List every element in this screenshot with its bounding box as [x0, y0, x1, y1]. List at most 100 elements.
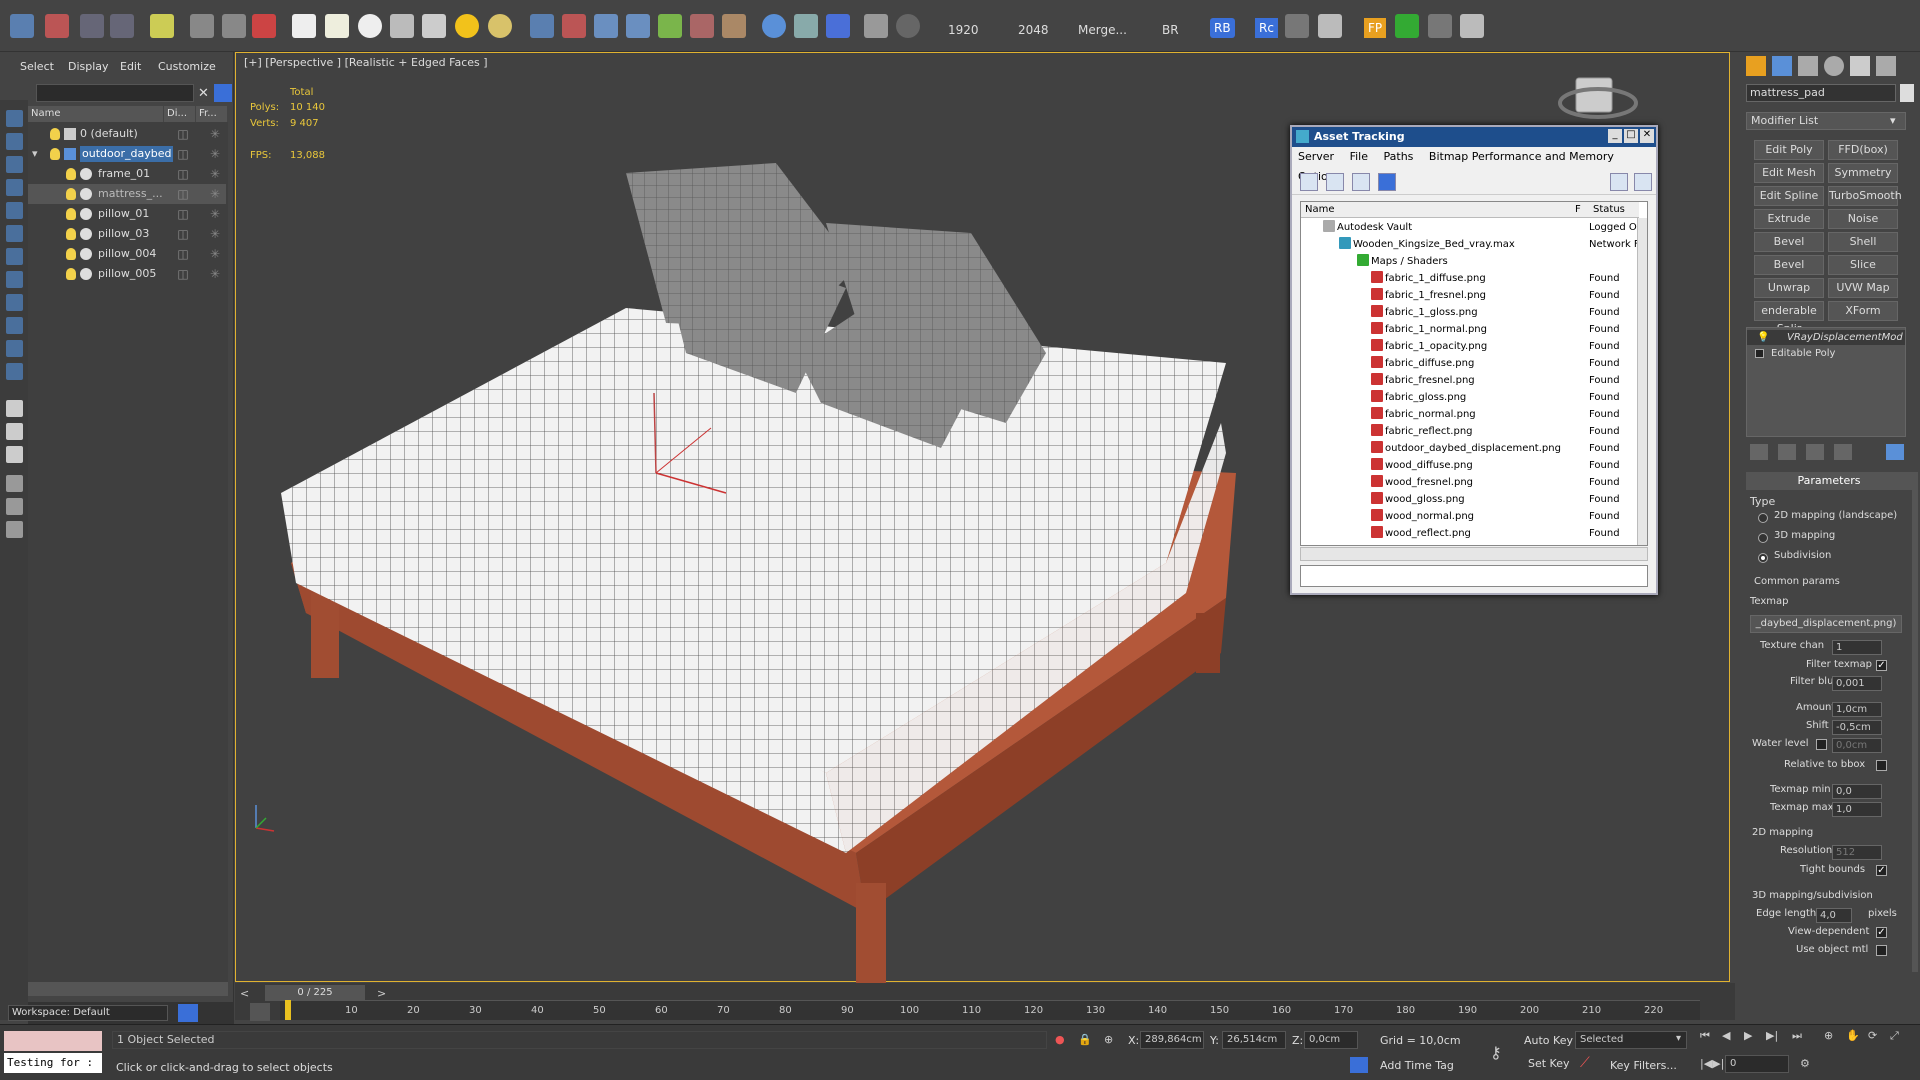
chevron-down-icon[interactable]: ▾ — [1890, 114, 1896, 127]
shift-spinner[interactable]: -0,5cm — [1832, 720, 1882, 735]
br-button[interactable]: BR — [1162, 23, 1179, 37]
chevron-down-icon[interactable]: ▾ — [1676, 1033, 1681, 1044]
previous-frame-icon[interactable]: ◀ — [1722, 1029, 1730, 1042]
resolution-spinner[interactable]: 512 — [1832, 845, 1882, 860]
table-icon[interactable] — [1318, 14, 1342, 38]
options-icon[interactable] — [6, 521, 23, 538]
time-slider-prev-icon[interactable]: < — [240, 987, 249, 1000]
current-frame-field[interactable]: 0 — [1725, 1055, 1789, 1073]
object-row[interactable]: pillow_01 ◫ ✳ — [28, 204, 226, 224]
x-coordinate-field[interactable]: 289,864cm — [1140, 1031, 1204, 1049]
menu-customize[interactable]: Customize — [158, 60, 216, 73]
texmap-max-spinner[interactable]: 1,0 — [1832, 802, 1882, 817]
particles-icon[interactable] — [562, 14, 586, 38]
display-toggle-icon[interactable]: ◫ — [176, 147, 190, 161]
curve-editor-icon[interactable] — [250, 1003, 270, 1021]
amount-spinner[interactable]: 1,0cm — [1832, 702, 1882, 717]
freeze-icon[interactable]: ✳ — [208, 227, 222, 241]
horizontal-scrollbar[interactable] — [1300, 547, 1648, 561]
list-icon[interactable] — [1460, 14, 1484, 38]
key-mode-toggle-icon[interactable]: |◀▶| — [1700, 1057, 1724, 1070]
radio-subdivision[interactable] — [1758, 553, 1768, 563]
parameters-rollout[interactable]: Parameters — [1746, 472, 1912, 490]
list-view-icon[interactable] — [1326, 173, 1344, 191]
object-name-input[interactable]: mattress_pad — [1746, 84, 1896, 102]
light-bulb-icon[interactable] — [66, 268, 76, 280]
configure-sets-icon[interactable] — [1886, 444, 1904, 460]
settings-icon[interactable] — [1634, 173, 1652, 191]
make-unique-icon[interactable] — [1806, 444, 1824, 460]
edit-mesh-button[interactable]: Edit Mesh — [1754, 163, 1824, 183]
light-bulb-icon[interactable] — [66, 188, 76, 200]
table-row[interactable]: fabric_diffuse.png Found — [1301, 355, 1639, 372]
add-time-tag-button[interactable]: Add Time Tag — [1380, 1059, 1454, 1072]
object-color-swatch[interactable] — [1900, 84, 1914, 102]
vertical-scrollbar[interactable] — [1637, 218, 1647, 545]
display-toggle-icon[interactable]: ◫ — [176, 267, 190, 281]
filter-bones-icon[interactable] — [6, 294, 23, 311]
modifier-list-dropdown[interactable]: Modifier List — [1746, 112, 1906, 130]
fur-icon[interactable] — [626, 14, 650, 38]
motion-tab-icon[interactable] — [1824, 56, 1844, 76]
light-bulb-icon[interactable] — [50, 128, 60, 140]
bind-spacewarp-icon[interactable] — [110, 14, 134, 38]
shell-button[interactable]: Shell — [1828, 232, 1898, 252]
menu-file[interactable]: File — [1350, 150, 1368, 163]
go-to-start-icon[interactable]: ⏮ — [1700, 1029, 1710, 1043]
column-f[interactable]: F — [1571, 202, 1589, 218]
use-object-mtl-checkbox[interactable] — [1876, 945, 1887, 956]
filter-containers-icon[interactable] — [6, 317, 23, 334]
cone-icon[interactable] — [422, 14, 446, 38]
rc-button[interactable]: Rc — [1255, 18, 1278, 38]
table-row[interactable]: fabric_1_gloss.png Found — [1301, 304, 1639, 321]
radio-3d-mapping[interactable] — [1758, 533, 1768, 543]
water-level-spinner[interactable]: 0,0cm — [1832, 738, 1882, 753]
visibility-icon[interactable] — [80, 228, 92, 240]
freeze-icon[interactable]: ✳ — [208, 127, 222, 141]
freeze-icon[interactable]: ✳ — [208, 207, 222, 221]
freeze-icon[interactable]: ✳ — [208, 147, 222, 161]
table-row[interactable]: wood_reflect.png Found — [1301, 525, 1639, 542]
menu-select[interactable]: Select — [20, 60, 54, 73]
menu-paths[interactable]: Paths — [1384, 150, 1414, 163]
orbit-icon[interactable]: ⟳ — [1868, 1029, 1877, 1042]
relative-bbox-checkbox[interactable] — [1876, 760, 1887, 771]
sphere-primitive-icon[interactable] — [358, 14, 382, 38]
rotate-icon[interactable] — [222, 14, 246, 38]
table-row[interactable]: fabric_normal.png Found — [1301, 406, 1639, 423]
light-bulb-icon[interactable] — [50, 148, 60, 160]
close-icon[interactable]: ✕ — [1640, 129, 1654, 143]
freeze-icon[interactable]: ✳ — [208, 247, 222, 261]
texture-chan-spinner[interactable]: 1 — [1832, 640, 1882, 655]
z-coordinate-field[interactable]: 0,0cm — [1304, 1031, 1358, 1049]
column-name[interactable]: Name — [1301, 202, 1571, 218]
hair-icon[interactable] — [690, 14, 714, 38]
search-input[interactable] — [36, 84, 194, 102]
render-setup-icon[interactable] — [794, 14, 818, 38]
track-bar[interactable] — [280, 1000, 1700, 1020]
uvw-map-button[interactable]: UVW Map — [1828, 278, 1898, 298]
object-row[interactable]: pillow_005 ◫ ✳ — [28, 264, 226, 284]
table-row[interactable]: wood_normal.png Found — [1301, 508, 1639, 525]
render-width[interactable]: 1920 — [948, 23, 979, 37]
edit-spline-button[interactable]: Edit Spline — [1754, 186, 1824, 206]
display-toggle-icon[interactable]: ◫ — [176, 227, 190, 241]
box-primitive-icon[interactable] — [292, 14, 316, 38]
filter-cameras-icon[interactable] — [6, 179, 23, 196]
time-config-icon[interactable]: ⚙ — [1800, 1057, 1810, 1070]
object-row[interactable]: frame_01 ◫ ✳ — [28, 164, 226, 184]
stack-item-vray-displacement[interactable]: VRayDisplacementMod — [1747, 330, 1905, 345]
filter-groups-icon[interactable] — [6, 248, 23, 265]
time-slider-next-icon[interactable]: > — [377, 987, 386, 1000]
table-view-icon[interactable] — [1378, 173, 1396, 191]
table-row[interactable]: wood_diffuse.png Found — [1301, 457, 1639, 474]
menu-display[interactable]: Display — [68, 60, 109, 73]
menu-server[interactable]: Server — [1298, 150, 1334, 163]
display-all-icon[interactable] — [6, 400, 23, 417]
modify-tab-icon[interactable] — [1772, 56, 1792, 76]
display-none-icon[interactable] — [6, 423, 23, 440]
set-key-button[interactable]: Set Key — [1528, 1057, 1570, 1070]
filter-hidden-icon[interactable] — [6, 363, 23, 380]
bevel-profile-button[interactable]: Bevel Profile — [1754, 255, 1824, 289]
scatter-tools-icon[interactable] — [1428, 14, 1452, 38]
